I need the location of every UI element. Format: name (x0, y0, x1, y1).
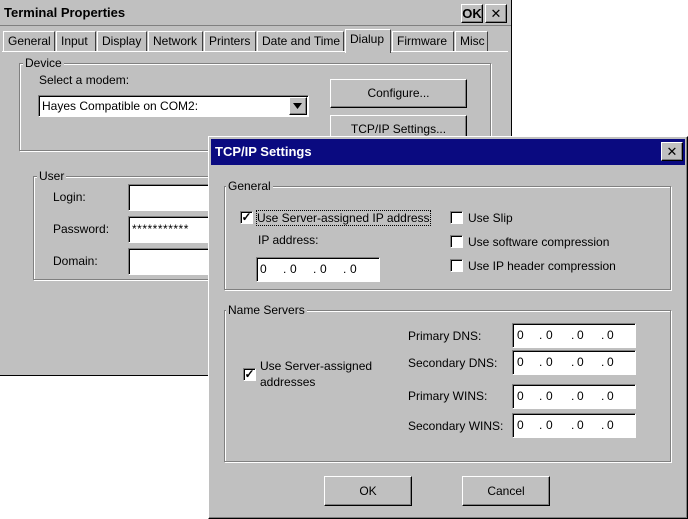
secondary-wins-field[interactable]: 0 . 0 . 0 . 0 (512, 413, 636, 438)
cancel-button[interactable]: Cancel (462, 476, 550, 506)
ip-dot: . (343, 262, 347, 276)
primary-wins-label: Primary WINS: (408, 389, 488, 403)
ip-dot: . (601, 418, 605, 432)
tab-dialup[interactable]: Dialup (345, 29, 391, 53)
modem-dropdown[interactable]: Hayes Compatible on COM2: (38, 95, 309, 117)
ip-dot: . (539, 328, 543, 342)
dialog-title: TCP/IP Settings (215, 144, 312, 159)
use-server-ip-label[interactable]: Use Server-assigned IP address (256, 210, 431, 226)
use-server-addresses-checkbox[interactable]: ✓ (243, 368, 256, 381)
dns-octet: 0 (577, 355, 584, 369)
wins-octet: 0 (607, 418, 614, 432)
use-slip-checkbox[interactable] (450, 211, 463, 224)
terminal-properties-titlebar: Terminal Properties (0, 0, 511, 26)
primary-dns-field[interactable]: 0 . 0 . 0 . 0 (512, 323, 636, 348)
ip-dot: . (571, 389, 575, 403)
wins-octet: 0 (577, 418, 584, 432)
use-server-addresses-label-line2[interactable]: addresses (260, 375, 315, 389)
primary-dns-label: Primary DNS: (408, 329, 482, 343)
dns-octet: 0 (577, 328, 584, 342)
wins-octet: 0 (607, 389, 614, 403)
modem-selected-value: Hayes Compatible on COM2: (42, 99, 199, 113)
dns-octet: 0 (546, 328, 553, 342)
device-legend: Device (23, 56, 64, 70)
login-label: Login: (53, 190, 86, 204)
use-ip-header-compression-checkbox[interactable] (450, 259, 463, 272)
domain-field[interactable] (128, 248, 218, 275)
use-slip-label[interactable]: Use Slip (468, 211, 513, 225)
user-legend: User (37, 169, 67, 183)
secondary-dns-field[interactable]: 0 . 0 . 0 . 0 (512, 350, 636, 375)
dns-octet: 0 (607, 355, 614, 369)
ip-dot: . (313, 262, 317, 276)
name-servers-legend: Name Servers (226, 303, 307, 317)
use-ip-header-compression-label[interactable]: Use IP header compression (468, 259, 616, 273)
primary-wins-field[interactable]: 0 . 0 . 0 . 0 (512, 384, 636, 409)
use-software-compression-label[interactable]: Use software compression (468, 235, 609, 249)
ip-dot: . (571, 355, 575, 369)
tab-misc[interactable]: Misc (455, 31, 488, 51)
chevron-down-icon[interactable] (289, 97, 307, 115)
ip-dot: . (539, 389, 543, 403)
tab-display[interactable]: Display (97, 31, 147, 51)
tcpip-settings-dialog: TCP/IP Settings ✕ General ✓ Use Server-a… (208, 136, 688, 519)
wins-octet: 0 (546, 418, 553, 432)
tab-firmware[interactable]: Firmware (392, 31, 454, 51)
general-legend: General (226, 179, 273, 193)
close-icon[interactable]: ✕ (485, 4, 507, 23)
tab-input[interactable]: Input (56, 31, 96, 51)
password-value: *********** (132, 222, 189, 236)
dns-octet: 0 (546, 355, 553, 369)
ip-dot: . (539, 418, 543, 432)
tab-network[interactable]: Network (148, 31, 203, 51)
dns-octet: 0 (607, 328, 614, 342)
ip-address-label: IP address: (258, 233, 319, 247)
select-modem-label: Select a modem: (39, 73, 130, 87)
ok-title-button[interactable]: OK (461, 4, 483, 23)
ip-dot: . (601, 355, 605, 369)
close-icon[interactable]: ✕ (661, 142, 683, 161)
window-title: Terminal Properties (4, 5, 126, 20)
use-server-addresses-label-line1[interactable]: Use Server-assigned (260, 359, 372, 373)
password-field[interactable]: *********** (128, 216, 218, 243)
wins-octet: 0 (546, 389, 553, 403)
tcpip-titlebar: TCP/IP Settings (211, 139, 685, 165)
tab-date-and-time[interactable]: Date and Time (257, 31, 344, 51)
tab-printers[interactable]: Printers (204, 31, 256, 51)
tab-general[interactable]: General (3, 31, 55, 51)
ip-dot: . (539, 355, 543, 369)
ip-dot: . (601, 328, 605, 342)
ip-dot: . (283, 262, 287, 276)
tab-panel-border (2, 51, 508, 52)
ip-dot: . (571, 418, 575, 432)
configure-button[interactable]: Configure... (330, 79, 467, 108)
ip-octet-4: 0 (350, 262, 357, 276)
secondary-dns-label: Secondary DNS: (408, 356, 498, 370)
ip-address-field[interactable]: 0 . 0 . 0 . 0 (256, 257, 380, 282)
wins-octet: 0 (577, 389, 584, 403)
secondary-wins-label: Secondary WINS: (408, 419, 504, 433)
use-server-ip-checkbox[interactable]: ✓ (240, 211, 253, 224)
domain-label: Domain: (53, 254, 98, 268)
use-software-compression-checkbox[interactable] (450, 235, 463, 248)
ok-button[interactable]: OK (324, 476, 412, 506)
ip-dot: . (601, 389, 605, 403)
ip-dot: . (571, 328, 575, 342)
password-label: Password: (53, 222, 110, 236)
login-field[interactable] (128, 184, 218, 211)
